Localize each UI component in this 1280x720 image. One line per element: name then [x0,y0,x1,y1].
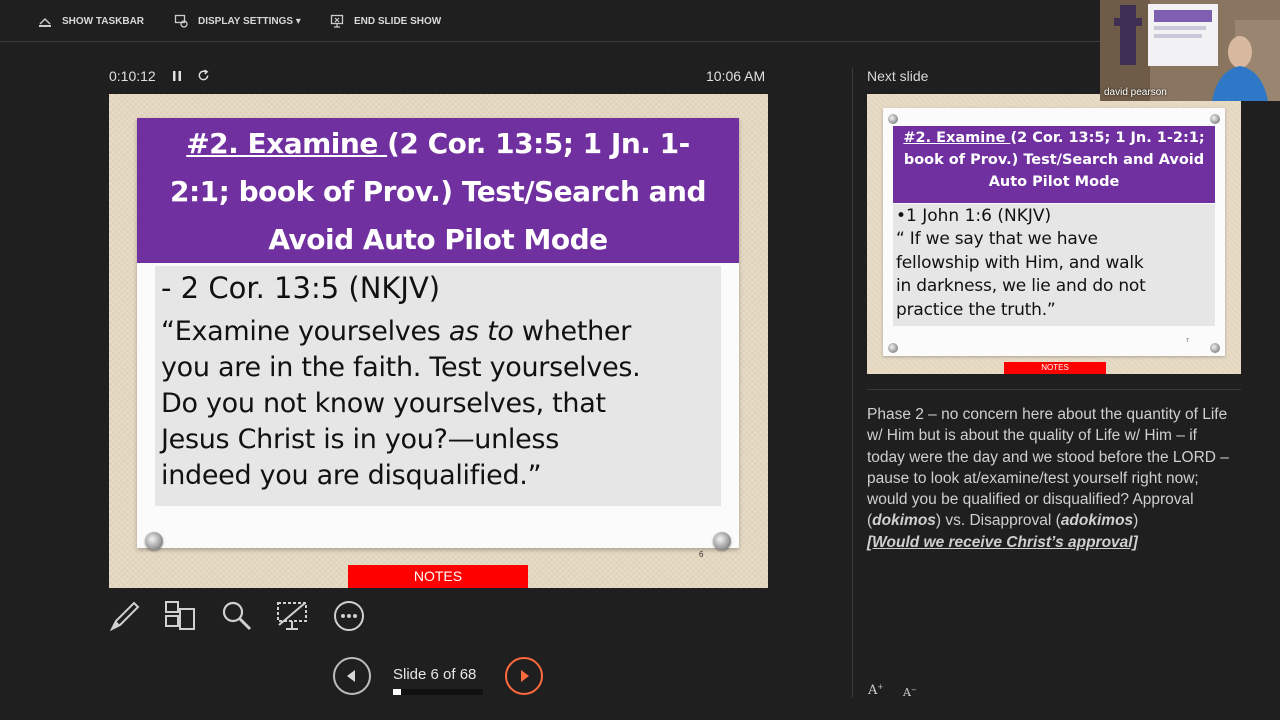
quote-line-5: indeed you are disqualified.” [161,460,542,491]
presenter-toolbar: SHOW TASKBAR DISPLAY SETTINGS ▾ END SLID… [0,0,1100,42]
slide-title-line-3: Avoid Auto Pilot Mode [268,223,608,256]
increase-font-button[interactable]: A+ [868,683,883,698]
notes-mid-text: ) vs. Disapproval ( [935,512,1061,530]
webcam-video: david pearson [1100,0,1280,101]
quote-line-1-b: whether [513,316,632,347]
show-taskbar-label: SHOW TASKBAR [62,15,145,27]
slide-reference: - 2 Cor. 13:5 (NKJV) [161,271,441,305]
pane-divider[interactable] [852,68,853,698]
thumbtack-icon [888,343,898,353]
next-slide-card: #2. Examine (2 Cor. 13:5; 1 Jn. 1-2:1; b… [883,108,1225,356]
thumbtack-icon [888,114,898,124]
slide-page-number: 6 [699,550,704,559]
slide-quote: “Examine yourselves as to whether you ar… [161,314,715,494]
display-settings-button[interactable]: DISPLAY SETTINGS ▾ [174,14,301,28]
next-slide-button[interactable] [505,657,543,695]
next-slide-preview[interactable]: #2. Examine (2 Cor. 13:5; 1 Jn. 1-2:1; b… [867,94,1241,374]
end-slide-show-button[interactable]: END SLIDE SHOW [330,14,441,28]
show-taskbar-button[interactable]: SHOW TASKBAR [38,14,144,28]
current-slide[interactable]: #2. Examine (2 Cor. 13:5; 1 Jn. 1- 2:1; … [109,94,768,588]
notes-closing: [Would we receive Christ’s approval] [867,533,1138,551]
end-show-icon [330,14,344,28]
triangle-left-icon [347,670,355,682]
more-options-icon[interactable] [332,599,366,633]
slide-card: #2. Examine (2 Cor. 13:5; 1 Jn. 1- 2:1; … [137,118,739,559]
decrease-font-button[interactable]: A− [903,686,917,699]
quote-line-2: you are in the faith. Test yourselves. [161,352,641,383]
participant-name: david pearson [1104,87,1167,98]
next-slide-title: #2. Examine (2 Cor. 13:5; 1 Jn. 1-2:1; b… [893,126,1215,203]
notes-tag: NOTES [348,565,528,588]
next-title-line-2: book of Prov.) Test/Search and Avoid [903,152,1205,168]
next-slide-label: Next slide [867,68,929,84]
decrease-font-icon: A [903,686,911,699]
slide-counter: Slide 6 of 68 [393,666,477,683]
pause-icon[interactable] [172,70,182,82]
next-slide-reference: •1 John 1:6 (NKJV) [896,206,1052,226]
slide-title: #2. Examine (2 Cor. 13:5; 1 Jn. 1- 2:1; … [137,118,739,263]
next-slide-notes-tag: NOTES [1004,362,1106,374]
quote-line-1-a: “Examine yourselves [161,316,449,347]
slide-body: - 2 Cor. 13:5 (NKJV) “Examine yourselves… [155,266,721,506]
quote-line-4: Jesus Christ is in you?—unless [161,424,559,455]
notes-term-adokimos: adokimos [1060,512,1134,530]
taskbar-icon [39,18,51,27]
webcam-scene-image [1100,0,1280,101]
slide-title-underlined: #2. Examine [186,127,388,160]
see-all-slides-icon[interactable] [163,599,197,633]
increase-font-icon: A [868,683,878,698]
speaker-notes[interactable]: Phase 2 – no concern here about the quan… [867,404,1237,553]
next-quote-line-1: “ If we say that we have [896,229,1098,249]
notes-divider[interactable] [867,389,1241,390]
slide-progress-bar [393,689,483,695]
pen-icon[interactable] [108,599,142,633]
thumbtack-icon [145,532,163,550]
slide-progress-fill [393,689,401,695]
next-quote-line-3: in darkness, we lie and do not [896,276,1146,296]
slide-title-line-2: 2:1; book of Prov.) Test/Search and [169,175,707,208]
display-settings-label: DISPLAY SETTINGS ▾ [198,15,301,27]
zoom-icon[interactable] [220,599,254,633]
thumbtack-icon [1210,343,1220,353]
notes-end-text: ) [1133,512,1139,530]
quote-line-1: “Examine yourselves as to whether [161,314,715,350]
next-quote-line-2: fellowship with Him, and walk [896,252,1144,273]
black-screen-icon[interactable] [275,599,309,633]
current-time: 10:06 AM [706,68,766,84]
notes-term-dokimos: dokimos [872,512,936,530]
next-slide-body: •1 John 1:6 (NKJV) “ If we say that we h… [893,204,1215,326]
restart-timer-icon[interactable] [197,69,210,82]
next-title-line-3: Auto Pilot Mode [988,174,1120,190]
elapsed-timer: 0:10:12 [109,68,156,84]
next-quote-line-4: practice the truth.” [896,299,1056,320]
next-title-line-1-rest: (2 Cor. 13:5; 1 Jn. 1-2:1; [1010,130,1205,146]
slide-title-line-1: #2. Examine (2 Cor. 13:5; 1 Jn. 1- [137,120,739,168]
notes-main-text: Phase 2 – no concern here about the quan… [867,406,1229,530]
thumbtack-icon [713,532,731,550]
triangle-right-icon [521,670,529,682]
next-slide-page-number: 7 [1186,338,1189,344]
next-title-line-1: #2. Examine (2 Cor. 13:5; 1 Jn. 1-2:1; [893,127,1215,149]
display-settings-icon [174,14,188,28]
end-slide-show-label: END SLIDE SHOW [354,15,442,27]
next-slide-quote: “ If we say that we have fellowship with… [896,228,1212,322]
slide-title-line-1-rest: (2 Cor. 13:5; 1 Jn. 1- [387,127,690,160]
next-title-underlined: #2. Examine [903,130,1011,146]
previous-slide-button[interactable] [333,657,371,695]
quote-line-1-italic: as to [448,316,514,347]
quote-line-3: Do you not know yourselves, that [161,388,606,419]
thumbtack-icon [1210,114,1220,124]
